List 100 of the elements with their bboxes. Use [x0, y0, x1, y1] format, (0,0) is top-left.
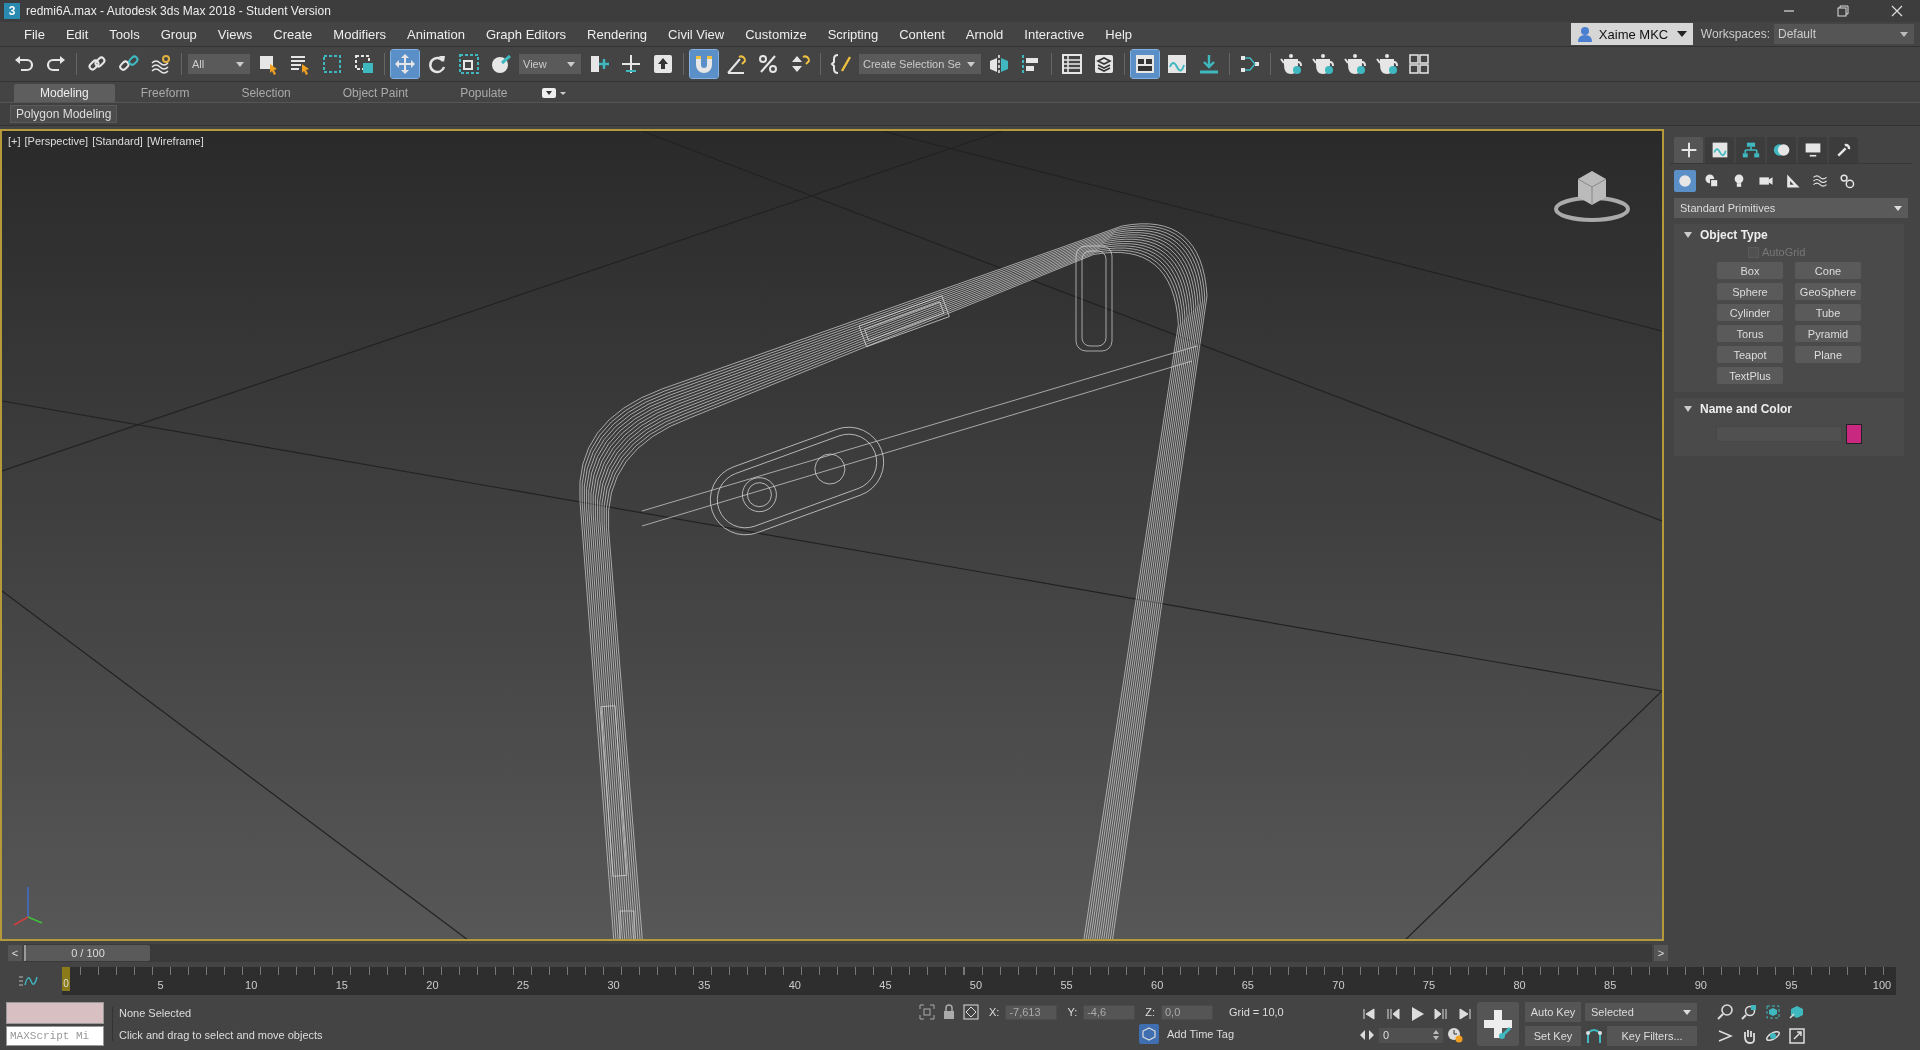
- object-type-button[interactable]: Teapot: [1717, 346, 1783, 363]
- ribbon-tab[interactable]: Modeling: [14, 84, 115, 102]
- previous-frame-button[interactable]: <: [8, 945, 22, 961]
- frame-marker[interactable]: 0: [62, 967, 70, 991]
- gears-icon: [1839, 173, 1855, 189]
- key-mode-dropdown[interactable]: Selected: [1585, 1003, 1697, 1021]
- object-type-button[interactable]: Sphere: [1717, 283, 1783, 300]
- viewport[interactable]: [+] [Perspective] [Standard] [Wireframe]: [0, 129, 1664, 941]
- menu-item[interactable]: Create: [263, 26, 324, 42]
- menu-item[interactable]: Group: [150, 26, 208, 42]
- cube-tag-icon: [1139, 1024, 1159, 1044]
- menu-item[interactable]: Customize: [735, 26, 818, 42]
- menu-item[interactable]: Civil View: [658, 26, 736, 42]
- viewport-label[interactable]: [Standard]: [92, 135, 143, 147]
- zoom-extents-all-icon: [1789, 1004, 1805, 1020]
- app-icon: 3: [4, 3, 20, 19]
- object-type-button[interactable]: Tube: [1795, 304, 1861, 321]
- object-type-button[interactable]: Plane: [1795, 346, 1861, 363]
- current-frame-spinner[interactable]: 0: [1379, 1027, 1443, 1043]
- menu-item[interactable]: Views: [207, 26, 264, 42]
- toolbar-dropdown[interactable]: Create Selection Se: [859, 54, 981, 74]
- command-panel-tab[interactable]: [1736, 137, 1765, 163]
- object-type-button[interactable]: TextPlus: [1717, 367, 1783, 384]
- time-slider-track[interactable]: 0 / 100: [24, 944, 1652, 962]
- object-type-button[interactable]: Torus: [1717, 325, 1783, 342]
- caret-icon: [1900, 31, 1908, 37]
- menu-item[interactable]: File: [14, 26, 56, 42]
- coordinate-field[interactable]: -7,613: [1005, 1004, 1058, 1020]
- caret-icon: [236, 61, 244, 67]
- maxscript-mini-listener[interactable]: MAXScript Mi: [6, 1026, 104, 1046]
- frame-number: 55: [1060, 979, 1073, 991]
- viewport-label[interactable]: [Wireframe]: [146, 135, 204, 147]
- command-panel-tab[interactable]: [1798, 137, 1827, 163]
- ribbon-tab[interactable]: Selection: [215, 84, 317, 102]
- coordinate-label: Y:: [1067, 1006, 1078, 1018]
- spinner-arrows-icon: [1433, 1030, 1439, 1040]
- command-panel-tab[interactable]: [1829, 137, 1858, 163]
- rollout-header[interactable]: Object Type: [1678, 228, 1900, 242]
- toolbar-dropdown[interactable]: View: [519, 54, 581, 74]
- object-type-button[interactable]: Cylinder: [1717, 304, 1783, 321]
- maximize-viewport-icon: [1789, 1028, 1805, 1044]
- viewport-label[interactable]: [+]: [8, 135, 21, 147]
- viewport-navigation-button[interactable]: [1715, 1002, 1735, 1022]
- workspaces-dropdown[interactable]: Default: [1774, 24, 1914, 44]
- menu-item[interactable]: Graph Editors: [475, 26, 578, 42]
- coordinate-field[interactable]: 0,0: [1161, 1004, 1213, 1020]
- move-icon: [394, 53, 416, 75]
- viewport-label[interactable]: [Perspective]: [24, 135, 89, 147]
- field-of-view-icon: [1717, 1028, 1733, 1044]
- next-frame-button[interactable]: >: [1654, 945, 1668, 961]
- object-type-button[interactable]: Cone: [1795, 262, 1861, 279]
- viewport-navigation-button[interactable]: [1739, 1002, 1759, 1022]
- curve-toggle-icon: [18, 974, 40, 988]
- menu-item[interactable]: Help: [1095, 26, 1144, 42]
- coordinate-field[interactable]: -4,6: [1083, 1004, 1136, 1020]
- color-swatch[interactable]: [1846, 424, 1862, 444]
- menu-item[interactable]: Arnold: [955, 26, 1015, 42]
- command-panel-tab[interactable]: [1767, 137, 1796, 163]
- toolbar-dropdown[interactable]: All: [188, 54, 250, 74]
- key-filters-button[interactable]: Key Filters...: [1607, 1026, 1697, 1046]
- add-time-tag-button[interactable]: Add Time Tag: [1167, 1028, 1235, 1040]
- menu-item[interactable]: Modifiers: [323, 26, 398, 42]
- frame-number: 60: [1151, 979, 1164, 991]
- toolbar-button[interactable]: [1130, 50, 1159, 78]
- command-panel-tab[interactable]: [1705, 137, 1734, 163]
- menu-item[interactable]: Tools: [99, 26, 151, 42]
- menu-item[interactable]: Rendering: [577, 26, 659, 42]
- viewport-navigation-button[interactable]: [1763, 1002, 1783, 1022]
- menu-item[interactable]: Animation: [397, 26, 476, 42]
- user-account-dropdown[interactable]: Xaime MKC: [1570, 23, 1693, 45]
- isolate-selection-icon: [919, 1004, 935, 1020]
- ribbon-tab[interactable]: Freeform: [114, 84, 216, 102]
- auto-key-button[interactable]: Auto Key: [1525, 1002, 1581, 1022]
- ribbon-tab[interactable]: Populate: [434, 84, 534, 102]
- menu-item[interactable]: Content: [889, 26, 956, 42]
- timeline-track[interactable]: 0 5 10 15 20 25 30 35 40 45 50 55 60 65 70 75 80 85 90 95 100: [62, 967, 1896, 995]
- menu-item[interactable]: Edit: [55, 26, 100, 42]
- list-cursor-icon: [289, 53, 311, 75]
- object-type-button[interactable]: Pyramid: [1795, 325, 1861, 342]
- caret-icon: [1683, 1009, 1691, 1015]
- set-keys-button[interactable]: [1477, 1002, 1519, 1046]
- play-icon: [1409, 1006, 1425, 1022]
- object-type-button[interactable]: GeoSphere: [1795, 283, 1861, 300]
- ribbon-tab[interactable]: Object Paint: [316, 84, 435, 102]
- menu-item[interactable]: Scripting: [817, 26, 890, 42]
- set-key-button[interactable]: Set Key: [1525, 1026, 1581, 1046]
- ribbon-panel-tab[interactable]: Polygon Modeling: [10, 105, 118, 123]
- primitives-dropdown[interactable]: Standard Primitives: [1674, 198, 1908, 218]
- viewport-navigation-button[interactable]: [1787, 1026, 1807, 1046]
- teapot-icon: [1311, 53, 1334, 75]
- pivot-icon: [588, 53, 610, 75]
- coordinate-label: Z:: [1145, 1006, 1155, 1018]
- command-panel-tab[interactable]: [1674, 137, 1703, 163]
- ribbon-panel-icon: [1133, 53, 1156, 75]
- rollout-header[interactable]: Name and Color: [1678, 402, 1900, 416]
- menu-item[interactable]: Interactive: [1014, 26, 1096, 42]
- object-type-button[interactable]: Box: [1717, 262, 1783, 279]
- current-frame-display[interactable]: 0 / 100: [26, 945, 150, 961]
- curve-editor-icon: [1165, 53, 1188, 75]
- frame-number: 90: [1694, 979, 1707, 991]
